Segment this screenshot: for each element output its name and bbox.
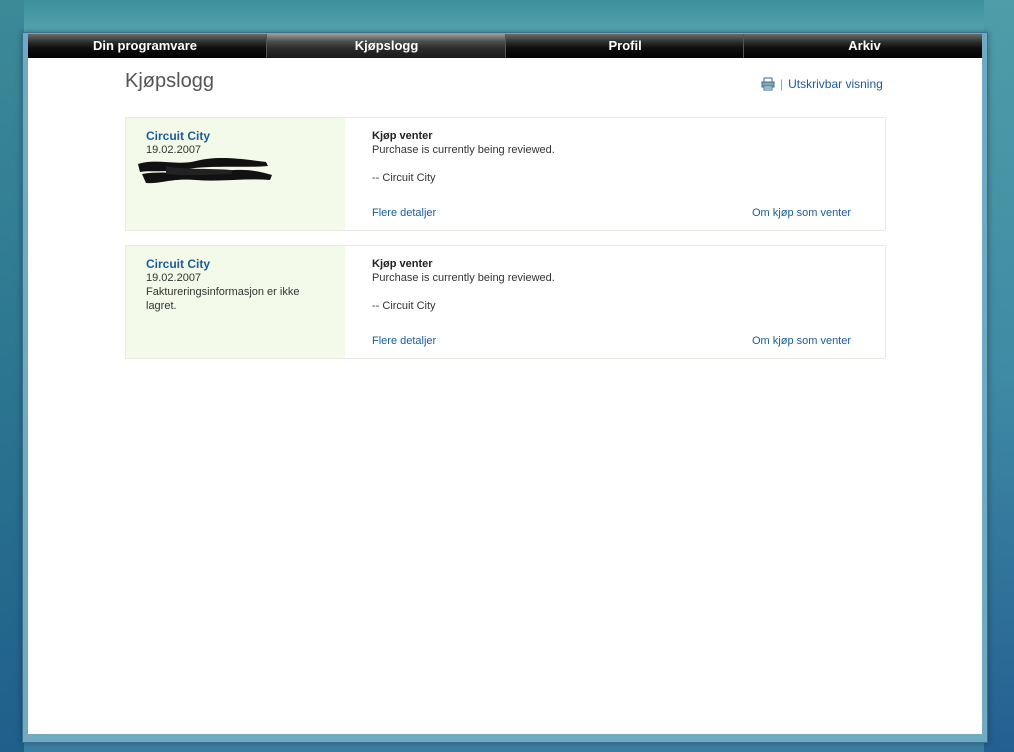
order-merchant-panel: Circuit City 19.02.2007 Faktureringsinfo… [126,246,345,358]
about-pending-link[interactable]: Om kjøp som venter [752,207,851,219]
separator: | [780,77,784,91]
printer-icon [761,77,775,91]
tab-label: Din programvare [93,38,198,53]
merchant-link[interactable]: Circuit City [146,129,345,143]
order-date: 19.02.2007 [146,272,202,284]
tab-profil[interactable]: Profil [506,34,745,58]
page-title: Kjøpslogg [125,70,214,92]
order-signature: -- Circuit City [372,300,436,312]
order-status-panel: Kjøp venter Purchase is currently being … [345,118,885,230]
about-pending-link[interactable]: Om kjøp som venter [752,335,851,347]
printable-view-link[interactable]: | Utskrivbar visning [761,77,883,91]
tab-din-programvare[interactable]: Din programvare [28,34,267,58]
tab-kjopslogg[interactable]: Kjøpslogg [266,34,506,58]
redacted-scribble [138,158,272,184]
order-card: Circuit City 19.02.2007 Kjøp venter Purc… [125,117,886,231]
order-signature: -- Circuit City [372,172,436,184]
more-details-link[interactable]: Flere detaljer [372,207,436,219]
order-message: Purchase is currently being reviewed. [372,272,555,284]
order-date: 19.02.2007 [146,144,202,156]
tab-label: Arkiv [848,38,881,53]
order-card: Circuit City 19.02.2007 Faktureringsinfo… [125,245,886,359]
top-navigation: Din programvare Kjøpslogg Profil Arkiv [28,34,982,58]
tab-label: Kjøpslogg [354,38,419,53]
desktop-background-right [984,0,1014,752]
order-status: Kjøp venter [372,258,433,270]
tab-arkiv[interactable]: Arkiv [744,34,982,58]
order-status: Kjøp venter [372,130,433,142]
more-details-link[interactable]: Flere detaljer [372,335,436,347]
printable-view-label: Utskrivbar visning [788,77,883,91]
order-message: Purchase is currently being reviewed. [372,144,555,156]
order-merchant-panel: Circuit City 19.02.2007 [126,118,345,230]
desktop-background-left [0,0,24,752]
order-status-panel: Kjøp venter Purchase is currently being … [345,246,885,358]
merchant-link[interactable]: Circuit City [146,257,345,271]
tab-label: Profil [608,38,642,53]
billing-note: Faktureringsinformasjon er ikke lagret. [146,286,300,312]
